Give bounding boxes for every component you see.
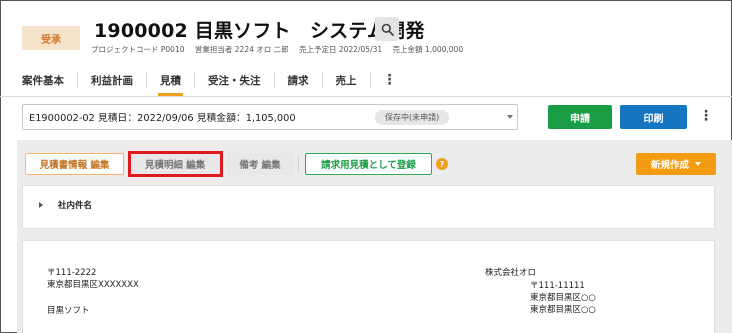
search-button[interactable] xyxy=(375,17,399,41)
tab-billing[interactable]: 請求 xyxy=(275,66,322,94)
tab-estimate[interactable]: 見積 xyxy=(147,66,194,96)
tab-basic[interactable]: 案件基本 xyxy=(22,66,77,94)
company-address-1: 東京都目黒区○○ xyxy=(530,293,596,303)
estimate-status-badge: 保存中(未申請) xyxy=(375,110,450,125)
company-postal: 〒111-11111 xyxy=(530,281,585,291)
expand-arrow-icon[interactable] xyxy=(39,202,43,208)
more-options-icon[interactable]: ⋮ xyxy=(699,108,713,124)
new-create-label: 新規作成 xyxy=(650,160,689,171)
apply-button[interactable]: 申請 xyxy=(548,105,612,129)
help-icon[interactable]: ? xyxy=(436,158,448,170)
estimate-info-edit-button[interactable]: 見積書情報 編集 xyxy=(25,153,124,175)
estimate-select[interactable]: E1900002-02 見積日：2022/09/06 見積金額：1,105,00… xyxy=(22,104,518,130)
company-name: 株式会社オロ xyxy=(485,268,537,278)
project-code: プロジェクトコード P0010 xyxy=(91,45,185,54)
note-edit-button[interactable]: 備考 編集 xyxy=(226,153,294,175)
print-button[interactable]: 印刷 xyxy=(620,105,687,129)
tab-sales[interactable]: 売上 xyxy=(323,66,370,94)
client-address: 東京都目黒区XXXXXXX xyxy=(47,280,139,290)
toolbar-divider xyxy=(298,155,299,173)
register-billing-estimate-button[interactable]: 請求用見積として登録 xyxy=(305,153,432,175)
tabs-more-icon[interactable]: ⋮ xyxy=(371,72,409,88)
tab-profit-plan[interactable]: 利益計画 xyxy=(78,66,146,94)
sales-rep: 営業担当者 2224 オロ 二郎 xyxy=(194,45,289,54)
estimate-document-preview: 〒111-2222 東京都目黒区XXXXXXX 目黒ソフト 株式会社オロ 〒11… xyxy=(22,240,715,333)
project-tabs: 案件基本 利益計画 見積 受注・失注 請求 売上 ⋮ xyxy=(22,66,409,96)
status-badge: 受承 xyxy=(22,26,80,50)
tab-order[interactable]: 受注・失注 xyxy=(195,66,274,94)
chevron-down-icon xyxy=(507,115,513,119)
internal-name-panel[interactable]: 社内件名 xyxy=(22,185,715,229)
new-create-button[interactable]: 新規作成 xyxy=(636,153,716,175)
sales-date: 売上予定日 2022/05/31 xyxy=(299,45,383,54)
client-postal: 〒111-2222 xyxy=(47,268,97,278)
sales-amount: 売上金額 1,000,000 xyxy=(392,45,464,54)
company-address-2: 東京都目黒区○○ xyxy=(530,305,596,315)
project-meta: プロジェクトコード P0010 営業担当者 2224 オロ 二郎 売上予定日 2… xyxy=(91,44,471,55)
tabs-divider xyxy=(0,96,732,97)
client-name: 目黒ソフト xyxy=(47,306,90,316)
estimate-detail-edit-button[interactable]: 見積明細 編集 xyxy=(130,153,220,175)
estimate-select-value: E1900002-02 見積日：2022/09/06 見積金額：1,105,00… xyxy=(29,113,296,124)
internal-name-label: 社内件名 xyxy=(58,201,93,211)
search-icon xyxy=(381,23,394,36)
chevron-down-icon xyxy=(695,162,701,166)
